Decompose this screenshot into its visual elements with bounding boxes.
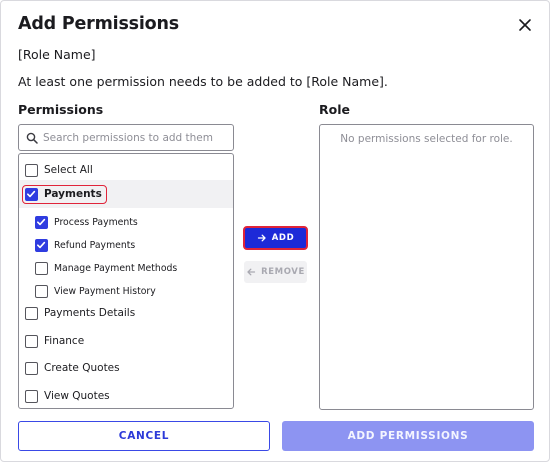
permission-item-refund-payments[interactable]: Refund Payments — [19, 234, 233, 256]
add-button[interactable]: ADD — [243, 226, 308, 250]
payments-selection-highlight: Payments — [22, 184, 107, 204]
checkmark-icon — [37, 241, 46, 248]
add-permissions-dialog: Add Permissions [Role Name] At least one… — [0, 0, 550, 462]
permission-item-payments[interactable]: Payments — [19, 180, 233, 208]
select-all-checkbox[interactable] — [25, 163, 38, 177]
permission-item-payments-details[interactable]: Payments Details — [19, 302, 233, 324]
permission-label: Process Payments — [54, 216, 138, 228]
permissions-label: Permissions — [18, 102, 104, 117]
permissions-list: Select All Payments Process Payments Ref… — [18, 153, 234, 409]
search-icon — [26, 132, 38, 144]
view-payment-history-checkbox[interactable] — [35, 284, 48, 298]
permission-item-view-quotes[interactable]: View Quotes — [19, 385, 233, 407]
checkmark-icon — [27, 190, 36, 197]
permission-label: View Payment History — [54, 285, 156, 297]
close-icon[interactable] — [514, 14, 536, 36]
permission-label: View Quotes — [44, 390, 110, 402]
permission-item-process-payments[interactable]: Process Payments — [19, 211, 233, 233]
checkmark-icon — [37, 218, 46, 225]
permission-label: Finance — [44, 335, 85, 347]
arrow-left-icon — [247, 268, 256, 276]
select-all-label: Select All — [44, 164, 93, 176]
manage-payment-methods-checkbox[interactable] — [35, 261, 48, 275]
process-payments-checkbox[interactable] — [35, 215, 48, 229]
refund-payments-checkbox[interactable] — [35, 238, 48, 252]
permission-label: Payments Details — [44, 307, 136, 319]
permissions-search — [18, 124, 234, 151]
role-empty-message: No permissions selected for role. — [340, 133, 513, 145]
cancel-button[interactable]: CANCEL — [18, 421, 270, 451]
permission-item-manage-payment-methods[interactable]: Manage Payment Methods — [19, 257, 233, 279]
permission-label: Manage Payment Methods — [54, 262, 178, 274]
permission-label: Payments — [44, 188, 102, 200]
select-all-option[interactable]: Select All — [19, 159, 233, 181]
search-input[interactable] — [43, 129, 229, 147]
add-button-label: ADD — [271, 233, 295, 243]
arrow-right-icon — [257, 234, 266, 242]
view-quotes-checkbox[interactable] — [25, 389, 38, 403]
permission-item-finance[interactable]: Finance — [19, 330, 233, 352]
remove-button[interactable]: REMOVE — [244, 261, 307, 283]
permission-item-create-quotes[interactable]: Create Quotes — [19, 357, 233, 379]
role-label: Role — [319, 102, 350, 117]
create-quotes-checkbox[interactable] — [25, 361, 38, 375]
finance-checkbox[interactable] — [25, 334, 38, 348]
role-name: [Role Name] — [18, 47, 96, 62]
remove-button-label: REMOVE — [261, 267, 305, 277]
permission-label: Create Quotes — [44, 362, 120, 374]
dialog-description: At least one permission needs to be adde… — [18, 74, 388, 89]
payments-details-checkbox[interactable] — [25, 306, 38, 320]
payments-checkbox[interactable] — [25, 187, 38, 201]
dialog-title: Add Permissions — [18, 14, 179, 34]
role-permissions-list: No permissions selected for role. — [319, 124, 534, 410]
permission-label: Refund Payments — [54, 239, 136, 251]
add-permissions-button[interactable]: ADD PERMISSIONS — [282, 421, 534, 451]
permission-item-view-payment-history[interactable]: View Payment History — [19, 280, 233, 302]
